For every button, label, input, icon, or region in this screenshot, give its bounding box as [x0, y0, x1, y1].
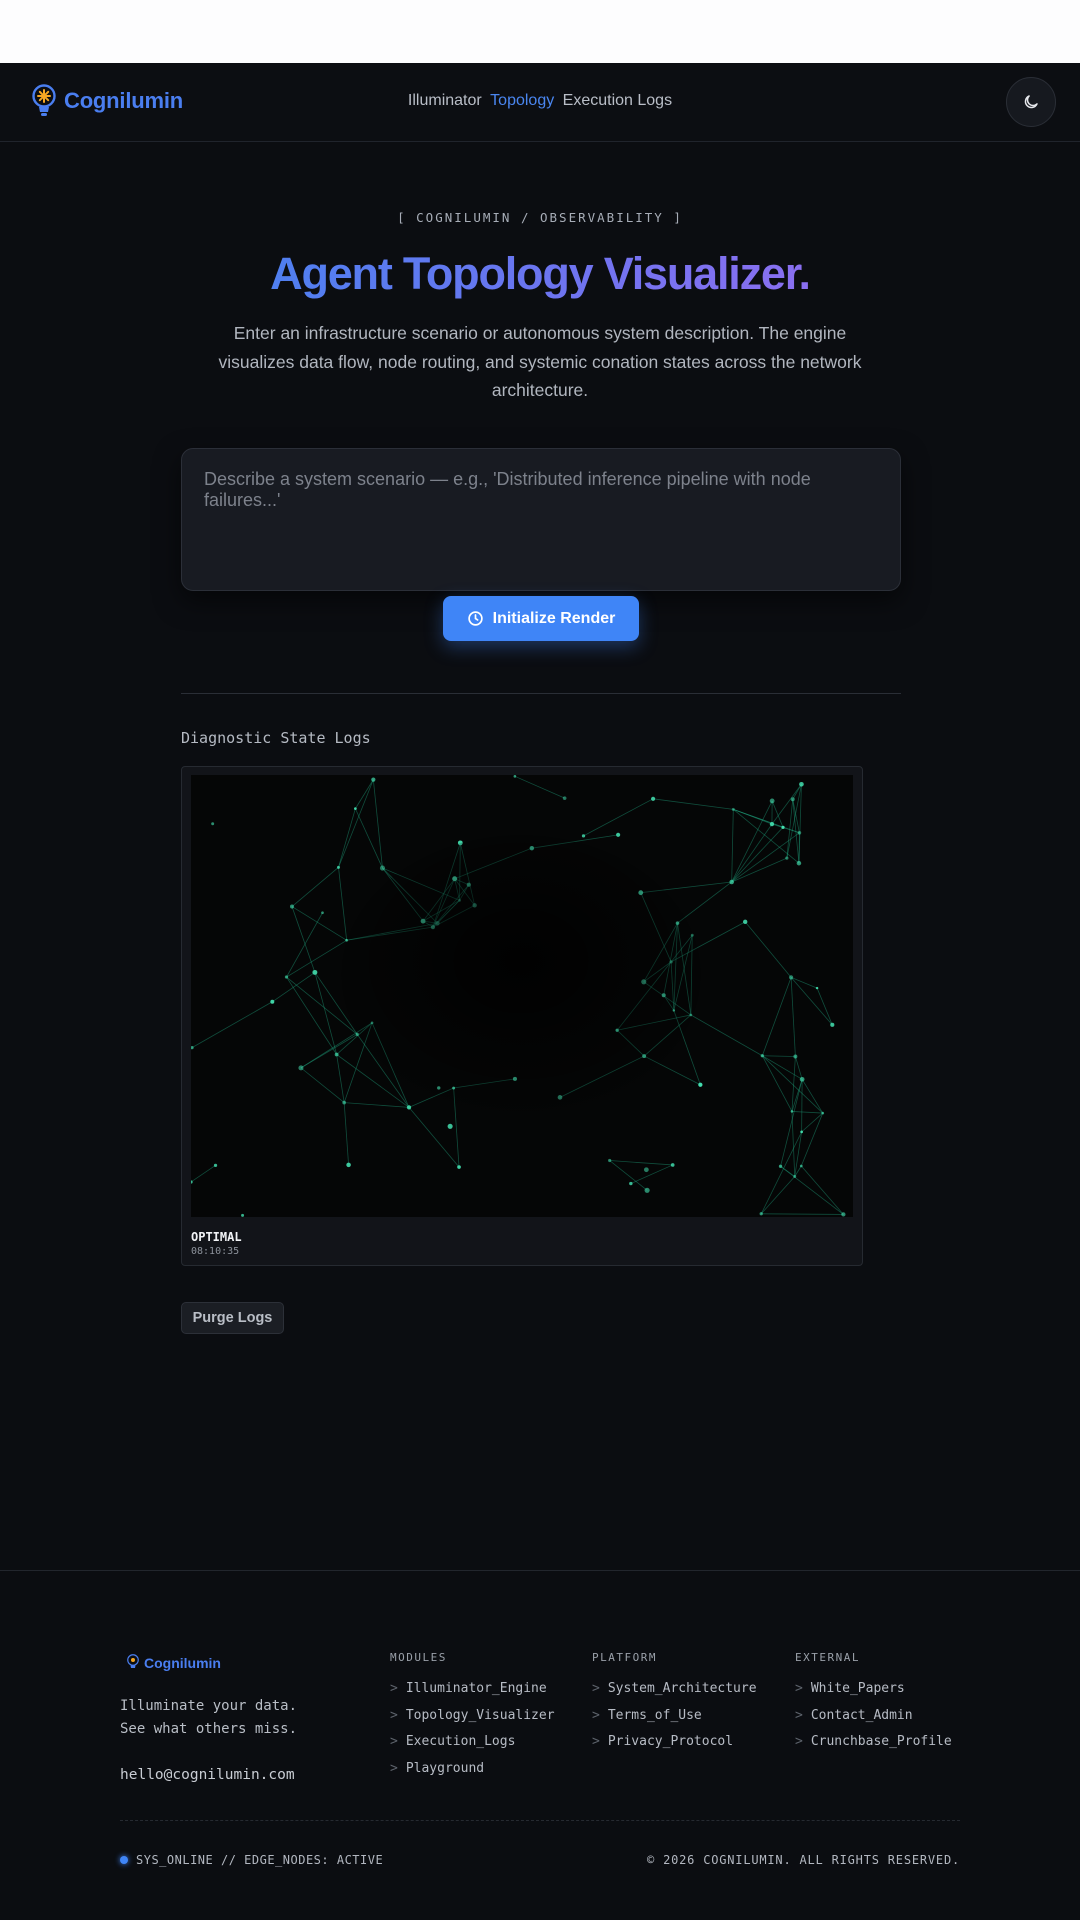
initialize-render-label: Initialize Render: [492, 609, 616, 627]
footer-tagline: Illuminate your data. See what others mi…: [120, 1695, 297, 1741]
system-status: SYS_ONLINE // EDGE_NODES: ACTIVE: [120, 1853, 383, 1867]
logs-section-title: Diagnostic State Logs: [181, 729, 371, 747]
footer-link[interactable]: > System_Architecture: [592, 1681, 757, 1708]
footer-tagline-line: Illuminate your data.: [120, 1698, 298, 1714]
footer-brand-name: Cognilumin: [144, 1654, 221, 1671]
footer-link[interactable]: > Terms_of_Use: [592, 1708, 757, 1735]
site-footer: Cognilumin Illuminate your data. See wha…: [0, 1570, 1080, 1920]
initialize-render-button[interactable]: Initialize Render: [443, 596, 639, 641]
footer-email[interactable]: hello@cognilumin.com: [120, 1767, 295, 1783]
footer-column-heading: MODULES: [390, 1651, 447, 1664]
section-divider: [181, 693, 901, 694]
status-dot-icon: [120, 1856, 128, 1864]
nav-item-topology[interactable]: Topology: [490, 92, 554, 109]
footer-column-modules: MODULES > Illuminator_Engine > Topology_Vi…: [390, 1651, 555, 1787]
footer-column-heading: PLATFORM: [592, 1651, 657, 1664]
topology-render-image: [191, 775, 853, 1217]
copyright: © 2026 COGNILUMIN. ALL RIGHTS RESERVED.: [647, 1853, 960, 1867]
log-timestamp: 08:10:35: [191, 1246, 240, 1257]
moon-icon: [1024, 95, 1038, 109]
footer-divider: [120, 1820, 960, 1821]
page-title-text: Agent Topology Visualizer.: [270, 248, 811, 299]
top-white-strip: [0, 0, 1080, 63]
site-header: Cognilumin Illuminator Topology Executio…: [0, 63, 1080, 142]
hero-eyebrow: [ COGNILUMIN / OBSERVABILITY ]: [397, 210, 683, 225]
footer-brand[interactable]: Cognilumin: [126, 1653, 221, 1672]
footer-link[interactable]: > White_Papers: [795, 1681, 952, 1708]
nav-item-illuminator[interactable]: Illuminator: [408, 92, 482, 109]
purge-logs-button[interactable]: Purge Logs: [181, 1302, 284, 1334]
footer-link[interactable]: > Playground: [390, 1761, 555, 1788]
footer-link[interactable]: > Execution_Logs: [390, 1734, 555, 1761]
system-status-text: SYS_ONLINE // EDGE_NODES: ACTIVE: [136, 1853, 384, 1867]
footer-link[interactable]: > Illuminator_Engine: [390, 1681, 555, 1708]
theme-toggle-button[interactable]: [1006, 77, 1056, 127]
footer-column-heading: EXTERNAL: [795, 1651, 860, 1664]
nav-item-execution-logs[interactable]: Execution Logs: [563, 92, 672, 109]
footer-link[interactable]: > Topology_Visualizer: [390, 1708, 555, 1735]
clock-icon: [467, 611, 483, 626]
footer-column-external: EXTERNAL > White_Papers > Contact_Admin > C…: [795, 1651, 952, 1761]
footer-link[interactable]: > Contact_Admin: [795, 1708, 952, 1735]
footer-tagline-line: See what others miss.: [120, 1721, 298, 1737]
footer-column-platform: PLATFORM > System_Architecture > Terms_of_…: [592, 1651, 757, 1761]
page-title: Agent Topology Visualizer.: [0, 248, 1080, 300]
log-entry-card[interactable]: OPTIMAL 08:10:35: [181, 766, 863, 1266]
lightbulb-icon: [127, 1654, 139, 1668]
hero-subtitle: Enter an infrastructure scenario or auto…: [218, 323, 862, 400]
log-status: OPTIMAL: [191, 1230, 242, 1244]
network-graph-render: [191, 775, 846, 1217]
footer-link[interactable]: > Privacy_Protocol: [592, 1734, 757, 1761]
scenario-input[interactable]: [181, 448, 901, 591]
main-nav: Illuminator Topology Execution Logs: [0, 92, 1080, 110]
footer-link[interactable]: > Crunchbase_Profile: [795, 1734, 952, 1761]
